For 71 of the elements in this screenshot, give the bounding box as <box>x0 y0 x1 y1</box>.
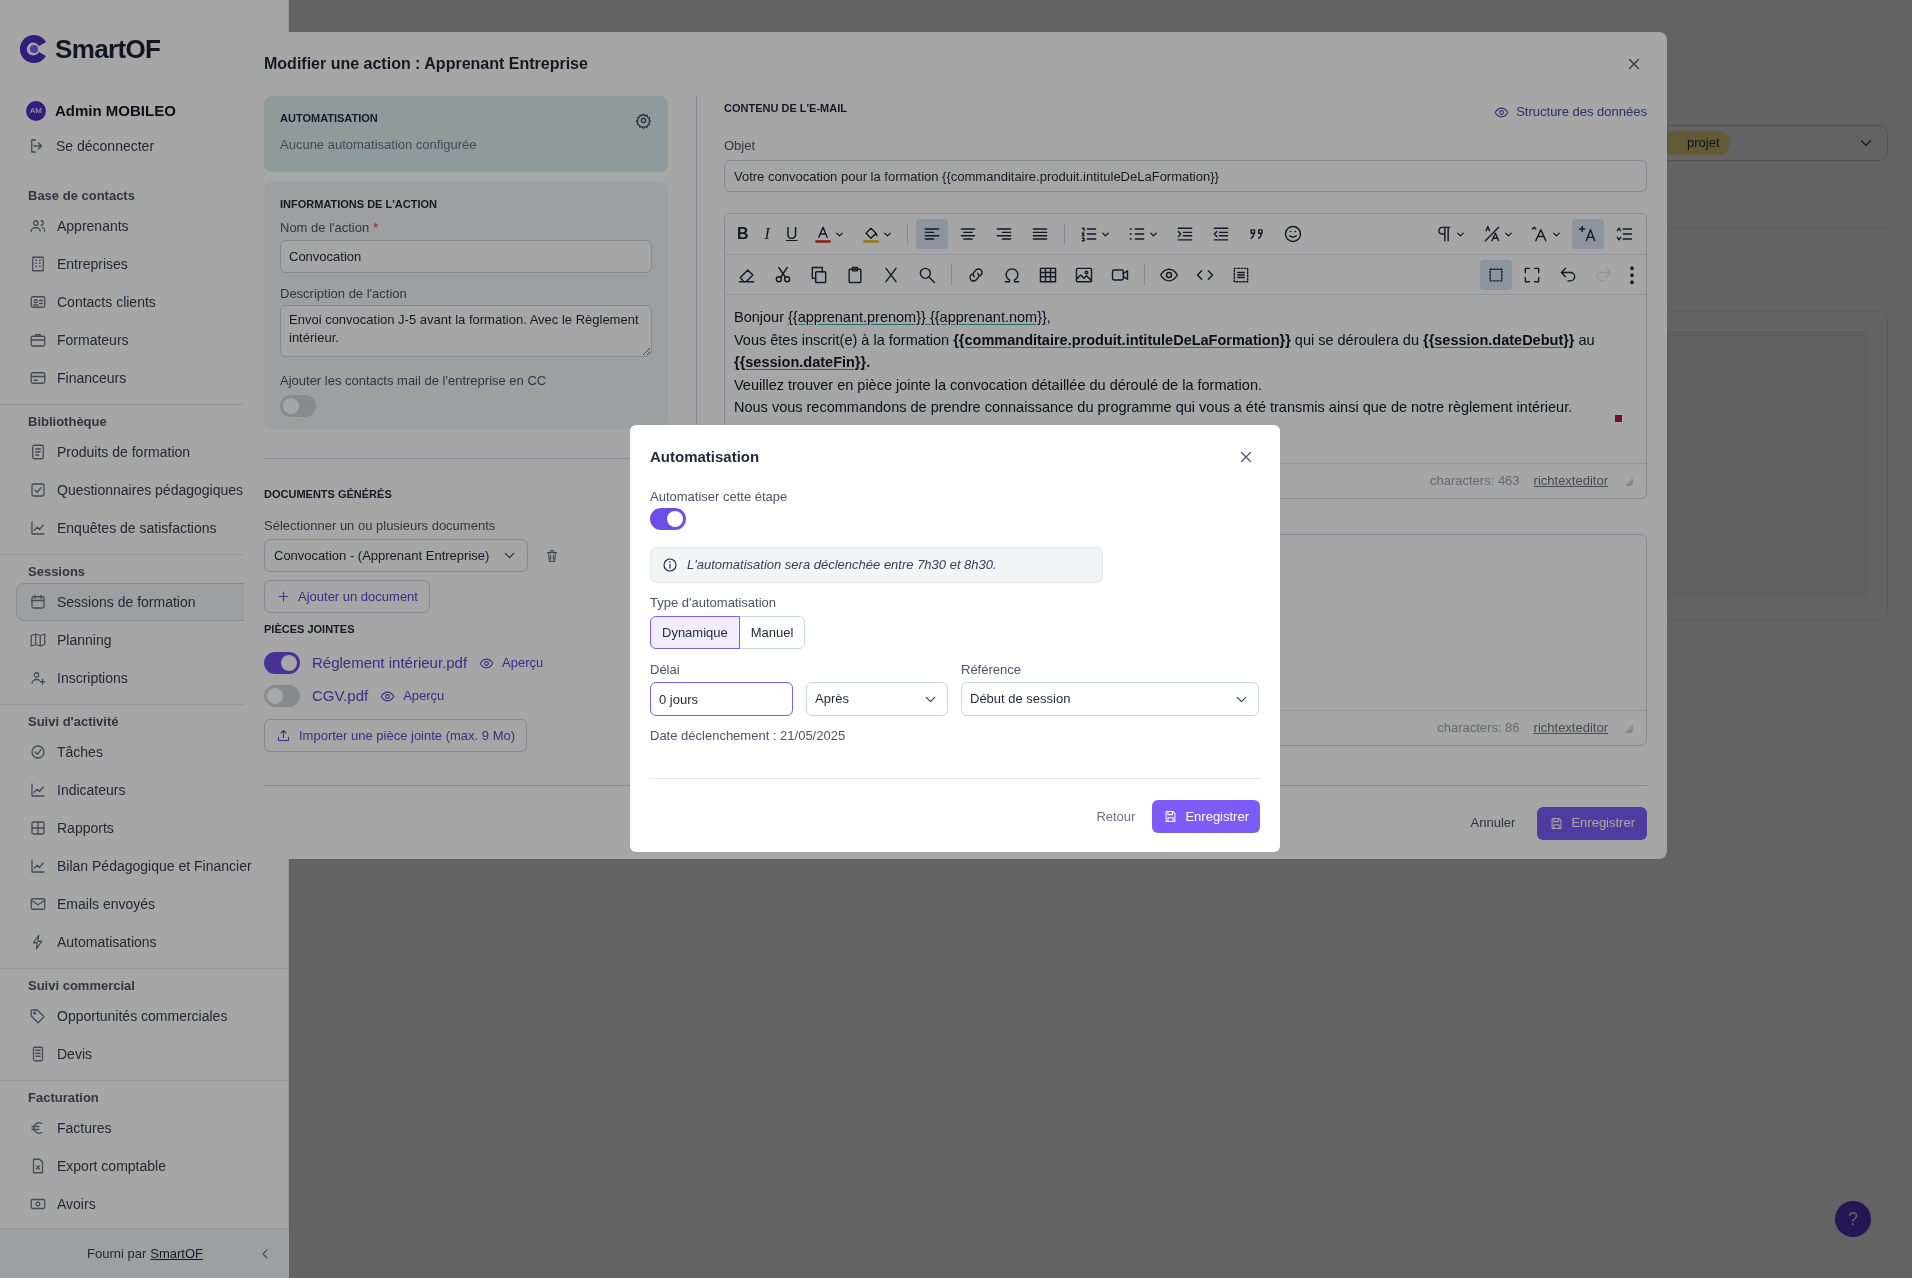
logo-text: SmartOF <box>55 32 161 66</box>
trigger-date: Date déclenchement : 21/05/2025 <box>650 728 847 744</box>
sidebar-item[interactable]: Factures <box>16 1109 288 1147</box>
import-button[interactable]: Importer une pièce jointe (max. 9 Mo) <box>264 719 528 752</box>
field-label: Sélectionner un ou plusieurs documents <box>264 518 497 534</box>
field-label: Type d'automatisation <box>650 595 778 611</box>
sidebar-item[interactable]: Indicateurs <box>16 771 288 809</box>
card-heading: AUTOMATISATION <box>280 111 378 126</box>
email-paragraph: Vous êtes inscrit(e) à la formation {{commanditaire.produit.intituleDeLaFormation}} qui se déroulera du {{session.dateDebut}} au {{session.dateFin}}. <box>734 330 1596 372</box>
sidebar-item[interactable]: Avoirs <box>16 1185 288 1223</box>
reference-select[interactable]: Début de session <box>961 682 1259 716</box>
toolbar-button[interactable]: B <box>731 219 755 249</box>
field-label: Objet <box>724 138 757 154</box>
toolbar-button[interactable]: U <box>779 219 804 249</box>
email-paragraph: Bonjour {{apprenant.prenom}} {{apprenant.nom}}, <box>734 308 1051 327</box>
sidebar-item[interactable]: Export comptable <box>16 1147 288 1185</box>
editor-link[interactable]: richtexteditor <box>1533 718 1608 738</box>
description-field[interactable]: Envoi convocation J-5 avant la formation. Avec le Règlement intérieur. <box>280 305 652 357</box>
automation-status: Aucune automatisation configurée <box>280 137 478 153</box>
type-tab[interactable]: Dynamique <box>650 616 740 649</box>
user-avatar: AM <box>26 101 46 121</box>
field-label: Automatiser cette étape <box>650 489 789 505</box>
toolbar-button[interactable]: I <box>758 219 776 249</box>
save-button[interactable]: Enregistrer <box>1152 800 1260 833</box>
action-name-field[interactable]: Convocation <box>280 240 652 273</box>
attachment-name: CGV.pdf <box>312 685 369 706</box>
back-button[interactable]: Retour <box>1096 806 1136 827</box>
field-label: Nom de l'action <box>280 220 370 236</box>
dialog-title: Automatisation <box>650 446 760 467</box>
modal-title: Modifier une action : Apprenant Entreprise <box>264 54 588 74</box>
preview-link[interactable]: Aperçu <box>479 653 544 673</box>
sidebar-item[interactable]: Inscriptions <box>16 659 288 697</box>
field-label: Délai <box>650 662 681 678</box>
sidebar-item[interactable]: Opportunités commerciales <box>16 997 288 1035</box>
sidebar-item[interactable]: Produits de formation <box>16 433 288 471</box>
card-heading: INFORMATIONS DE L'ACTION <box>280 197 438 212</box>
sidebar-item[interactable]: Emails envoyés <box>16 885 288 923</box>
type-tab[interactable]: Manuel <box>738 616 806 649</box>
section-heading: Bibliothèque <box>27 413 108 432</box>
section-heading: CONTENU DE L'E-MAIL <box>724 100 847 116</box>
data-structure-link[interactable]: Structure des données <box>1494 102 1647 122</box>
sidebar-item[interactable]: Bilan Pédagogique et Financier <box>16 847 288 885</box>
delay-field[interactable]: 0 jours <box>650 682 793 716</box>
editor-link[interactable]: richtexteditor <box>1533 471 1608 491</box>
required-mark: * <box>373 220 379 236</box>
add-document-button[interactable]: Ajouter un document <box>264 580 430 613</box>
subject-field[interactable]: Votre convocation pour la formation {{commanditaire.produit.intituleDeLaFormation}} <box>724 160 1647 192</box>
user-name: Admin MOBILEO <box>55 100 176 121</box>
field-label: Ajouter les contacts mail de l'entreprise en CC <box>280 373 548 389</box>
email-paragraph: Nous vous recommandons de prendre connaissance du programme qui vous a été transmis ainsi que de notre règlement intérieur. <box>734 398 1573 417</box>
info-text: L'automatisation sera déclenchée entre 7h30 et 8h30. <box>687 556 997 575</box>
character-count: characters: 86 <box>1437 719 1520 738</box>
sidebar-item[interactable]: Devis <box>16 1035 288 1073</box>
section-heading: Suivi commercial <box>27 977 136 996</box>
section-heading: Facturation <box>27 1089 100 1108</box>
save-button[interactable]: Enregistrer <box>1537 806 1647 840</box>
sidebar-item[interactable]: Automatisations <box>16 923 288 961</box>
preview-link[interactable]: Aperçu <box>380 686 445 706</box>
footer-link[interactable]: SmartOF <box>150 1243 203 1264</box>
email-paragraph: Veuillez trouver en pièce jointe la convocation détaillée du déroulé de la formation. <box>734 375 1262 395</box>
cancel-button[interactable]: Annuler <box>1470 813 1516 833</box>
direction-select[interactable]: Après <box>806 682 948 716</box>
field-label: Référence <box>961 662 1022 678</box>
section-heading: Suivi d'activité <box>27 713 120 732</box>
character-count: characters: 463 <box>1429 472 1520 491</box>
document-select[interactable]: Convocation - (Apprenant Entreprise) <box>264 539 528 572</box>
sidebar-item[interactable]: Rapports <box>16 809 288 847</box>
footer-text: Fourni par <box>87 1244 147 1263</box>
attachment-name: Réglement intérieur.pdf <box>312 652 468 673</box>
section-heading: Sessions <box>27 563 87 582</box>
field-label: Description de l'action <box>280 286 408 302</box>
